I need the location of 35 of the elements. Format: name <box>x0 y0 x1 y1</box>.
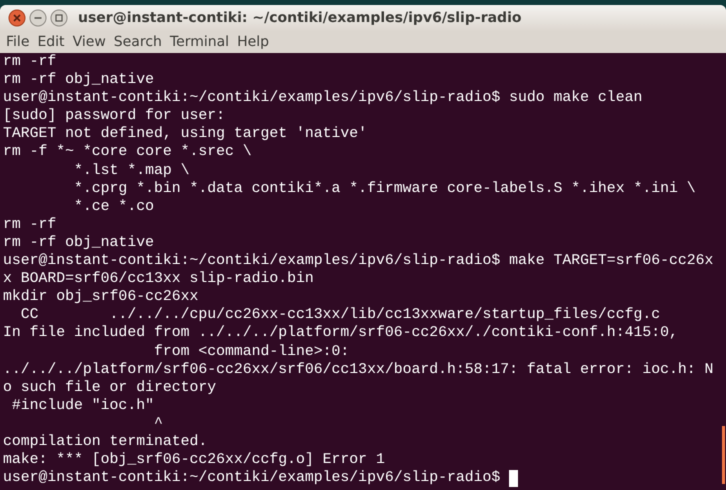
terminal-line: compilation terminated. <box>3 432 208 452</box>
terminal-line: In file included from ../../../platform/srf06-cc26xx/./contiki-conf.h:415:0, <box>3 324 678 342</box>
terminal-line: rm -rf obj_native <box>3 71 154 90</box>
terminal-line: o such file or directory <box>3 378 216 397</box>
terminal-line: rm -f *~ *core core *.srec \ <box>3 143 252 162</box>
menu-item[interactable]: Edit <box>33 34 69 50</box>
maximize-icon[interactable] <box>50 9 68 27</box>
window-title: user@instant-contiki: ~/contiki/examples/ipv6/slip-radio <box>78 10 522 26</box>
terminal-line: user@instant-contiki:~/contiki/examples/ipv6/slip-radio$ <box>3 469 502 488</box>
menu-item[interactable]: View <box>68 34 110 50</box>
menu-item[interactable]: Help <box>233 34 273 50</box>
terminal-line: *.lst *.map \ <box>73 162 190 180</box>
terminal-line: rm -rf <box>3 53 56 72</box>
menu-item[interactable]: File <box>2 34 34 50</box>
scrollbar-thumb[interactable] <box>722 426 725 484</box>
terminal-line: ../../../platform/srf06-cc26xx/srf06/cc13xx/board.h:58:17: fatal error: ioc.h: N <box>3 360 714 379</box>
terminal-line: TARGET not defined, using target 'native' <box>3 125 368 144</box>
terminal-line: rm -rf obj_native <box>3 234 154 252</box>
terminal-line: [sudo] password for user: <box>3 107 225 126</box>
close-icon[interactable] <box>8 9 26 27</box>
terminal-line: rm -rf <box>3 216 56 234</box>
terminal-line: *.cprg *.bin *.data contiki*.a *.firmware core-labels.S *.ihex *.ini \ <box>73 180 696 198</box>
menu-item[interactable]: Search <box>110 34 166 50</box>
terminal-line: make: *** [obj_srf06-cc26xx/ccfg.o] Error 1 <box>3 451 385 470</box>
terminal-line: from <command-line>:0: <box>152 342 350 361</box>
terminal-line: user@instant-contiki:~/contiki/examples/ipv6/slip-radio$ make TARGET=srf06-cc26x <box>3 252 714 270</box>
terminal-line: x BOARD=srf06/cc13xx slip-radio.bin <box>3 270 314 288</box>
terminal-line: user@instant-contiki:~/contiki/examples/ipv6/slip-radio$ sudo make clean <box>3 89 642 108</box>
terminal-line: *.ce *.co <box>73 198 154 216</box>
terminal-line: mkdir obj_srf06-cc26xx <box>3 288 198 306</box>
terminal-line: #include "ioc.h" <box>10 396 154 415</box>
terminal-line: ^ <box>152 414 163 433</box>
terminal-line: CC ../../../cpu/cc26xx-cc13xx/lib/cc13xxware/startup_files/ccfg.c <box>20 306 660 324</box>
menu-item[interactable]: Terminal <box>166 34 234 50</box>
minimize-icon[interactable] <box>29 9 47 27</box>
